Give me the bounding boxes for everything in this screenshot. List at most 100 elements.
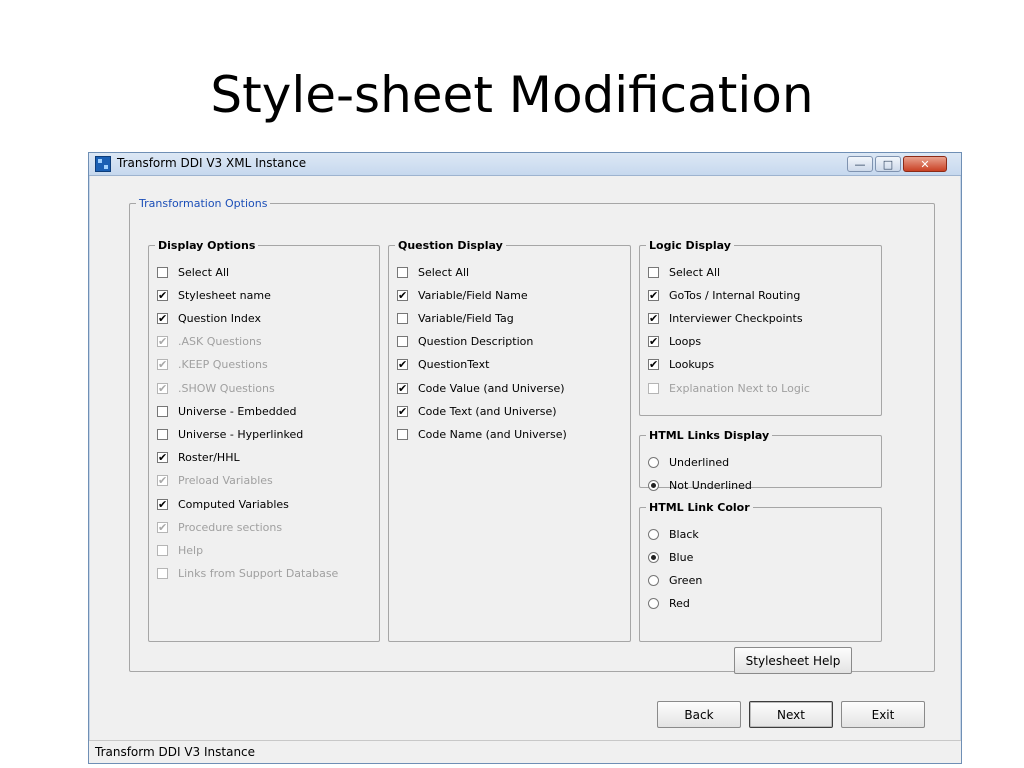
display-options-legend: Display Options [158,239,256,252]
checkbox-box[interactable] [157,266,168,278]
logic-display-explanation-next-to-logic-checkbox: Explanation Next to Logic [648,379,810,397]
checkbox-box[interactable] [397,336,408,348]
app-icon [95,156,111,172]
checkbox-label: .ASK Questions [178,335,262,349]
question-display-questiontext-checkbox[interactable]: ✔ QuestionText [397,356,489,374]
checkbox-label: .KEEP Questions [178,358,268,372]
radio-label: Red [669,597,690,611]
logic-display-loops-checkbox[interactable]: ✔ Loops [648,333,701,351]
checkbox-box[interactable] [397,428,408,440]
logic-display-legend: Logic Display [649,239,731,252]
checkbox-label: Stylesheet name [178,288,271,302]
checkmark-icon: ✔ [157,335,168,349]
checkbox-label: Select All [669,265,721,279]
radio-selected-icon[interactable] [648,479,659,491]
question-display-group: Question Display Select All ✔ Variable/Fie… [388,239,631,642]
checkmark-icon[interactable]: ✔ [648,312,659,324]
checkmark-icon[interactable]: ✔ [157,452,168,464]
radio-selected-icon[interactable] [648,551,659,563]
checkmark-icon[interactable]: ✔ [157,289,168,301]
display-option-keep-questions-checkbox: ✔ .KEEP Questions [157,356,268,374]
link-color-green-radio[interactable]: Green [648,571,702,589]
slide-title: Style-sheet Modification [210,66,814,124]
next-button[interactable]: Next [749,701,833,728]
radio-label: Not Underlined [669,478,752,492]
html-links-not-underlined-radio[interactable]: Not Underlined [648,476,752,494]
logic-display-gotos-internal-routing-checkbox[interactable]: ✔ GoTos / Internal Routing [648,286,800,304]
checkmark-icon[interactable]: ✔ [648,289,659,301]
link-color-blue-radio[interactable]: Blue [648,548,693,566]
logic-display-group: Logic Display Select All ✔ GoTos / Interna… [639,239,882,416]
question-display-code-value-and-universe-checkbox[interactable]: ✔ Code Value (and Universe) [397,379,565,397]
display-option-universe-hyperlinked-checkbox[interactable]: Universe - Hyperlinked [157,425,303,443]
display-option-universe-embedded-checkbox[interactable]: Universe - Embedded [157,402,296,420]
checkbox-label: Links from Support Database [178,567,339,581]
checkbox-box[interactable] [648,266,659,278]
display-option-links-from-support-database-checkbox: Links from Support Database [157,565,338,583]
radio-label: Blue [669,550,694,564]
title-bar[interactable]: Transform DDI V3 XML Instance — □ ✕ [89,153,961,176]
checkmark-icon: ✔ [157,381,168,395]
link-color-red-radio[interactable]: Red [648,595,690,613]
display-option-computed-variables-checkbox[interactable]: ✔ Computed Variables [157,495,289,513]
radio-label: Black [669,527,699,541]
checkbox-label: Question Description [418,335,534,349]
maximize-icon[interactable]: □ [875,156,901,172]
display-option-procedure-sections-checkbox: ✔ Procedure sections [157,518,282,536]
checkbox-label: Variable/Field Name [418,288,528,302]
exit-button[interactable]: Exit [841,701,925,728]
checkmark-icon[interactable]: ✔ [157,498,168,510]
stylesheet-help-button[interactable]: Stylesheet Help [734,647,852,674]
checkmark-icon[interactable]: ✔ [648,359,659,371]
question-display-code-name-and-universe-checkbox[interactable]: Code Name (and Universe) [397,425,567,443]
radio-empty-icon[interactable] [648,456,659,468]
status-bar: Transform DDI V3 Instance [89,740,961,763]
radio-empty-icon[interactable] [648,528,659,540]
question-display-question-description-checkbox[interactable]: Question Description [397,333,533,351]
checkmark-icon[interactable]: ✔ [397,289,408,301]
display-option-stylesheet-name-checkbox[interactable]: ✔ Stylesheet name [157,286,271,304]
checkbox-box[interactable] [157,405,168,417]
checkmark-icon[interactable]: ✔ [397,405,408,417]
radio-label: Underlined [669,455,730,469]
checkbox-label: Question Index [178,311,261,325]
question-display-code-text-and-universe-checkbox[interactable]: ✔ Code Text (and Universe) [397,402,557,420]
display-option-question-index-checkbox[interactable]: ✔ Question Index [157,309,261,327]
checkbox-box [157,544,168,556]
checkmark-icon[interactable]: ✔ [397,382,408,394]
html-links-display-group: HTML Links Display Underlined Not Underli… [639,429,882,492]
display-option-preload-variables-checkbox: ✔ Preload Variables [157,472,273,490]
html-link-color-legend: HTML Link Color [649,501,750,514]
minimize-icon[interactable]: — [847,156,873,172]
radio-empty-icon[interactable] [648,574,659,586]
checkmark-icon[interactable]: ✔ [648,336,659,348]
checkbox-label: Lookups [669,358,715,372]
checkbox-label: Roster/HHL [178,451,240,465]
question-display-variable-field-tag-checkbox[interactable]: Variable/Field Tag [397,309,514,327]
transformation-options-legend: Transformation Options [139,197,268,210]
display-option-select-all-checkbox[interactable]: Select All [157,263,229,281]
logic-display-interviewer-checkpoints-checkbox[interactable]: ✔ Interviewer Checkpoints [648,309,803,327]
checkbox-box[interactable] [397,312,408,324]
display-option-help-checkbox: Help [157,541,203,559]
logic-display-select-all-checkbox[interactable]: Select All [648,263,720,281]
logic-display-lookups-checkbox[interactable]: ✔ Lookups [648,356,714,374]
back-button[interactable]: Back [657,701,741,728]
checkmark-icon[interactable]: ✔ [157,312,168,324]
close-icon[interactable]: ✕ [903,156,947,172]
app-window: Transform DDI V3 XML Instance — □ ✕ Tran… [88,152,962,764]
checkbox-label: Interviewer Checkpoints [669,311,803,325]
checkbox-box[interactable] [397,266,408,278]
question-display-variable-field-name-checkbox[interactable]: ✔ Variable/Field Name [397,286,528,304]
checkbox-label: Help [178,543,204,557]
checkbox-box[interactable] [157,428,168,440]
checkbox-label: Code Name (and Universe) [418,427,567,441]
radio-empty-icon[interactable] [648,598,659,610]
display-options-group: Display Options Select All ✔ Stylesheet na… [148,239,380,642]
question-display-select-all-checkbox[interactable]: Select All [397,263,469,281]
html-links-underlined-radio[interactable]: Underlined [648,453,729,471]
checkbox-label: QuestionText [418,358,490,372]
display-option-roster-hhl-checkbox[interactable]: ✔ Roster/HHL [157,449,240,467]
link-color-black-radio[interactable]: Black [648,525,699,543]
checkmark-icon[interactable]: ✔ [397,359,408,371]
